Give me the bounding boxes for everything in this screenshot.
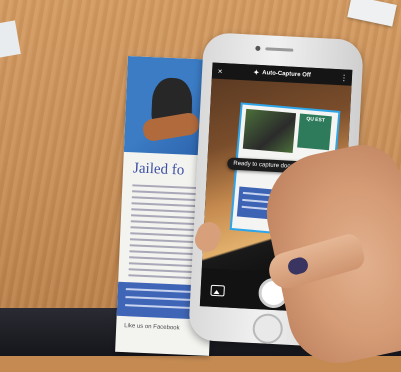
document-logo: QU EST xyxy=(297,113,332,151)
brochure-social: Like us on Facebook xyxy=(124,322,180,333)
auto-capture-label: Auto-Capture Off xyxy=(262,70,311,79)
hand-image xyxy=(141,111,201,143)
auto-capture-toggle[interactable]: ✦ Auto-Capture Off xyxy=(253,69,311,80)
gallery-icon[interactable] xyxy=(210,284,225,297)
more-options-icon[interactable]: ⋮ xyxy=(336,72,352,82)
brochure-headline: Jailed fo xyxy=(132,160,185,179)
document-photo xyxy=(242,108,297,154)
social-line-facebook: Like us on Facebook xyxy=(124,323,180,332)
earpiece xyxy=(265,47,294,52)
front-camera xyxy=(255,45,261,51)
home-button[interactable] xyxy=(251,312,284,345)
wand-icon: ✦ xyxy=(253,69,260,77)
close-icon[interactable]: × xyxy=(212,66,228,76)
